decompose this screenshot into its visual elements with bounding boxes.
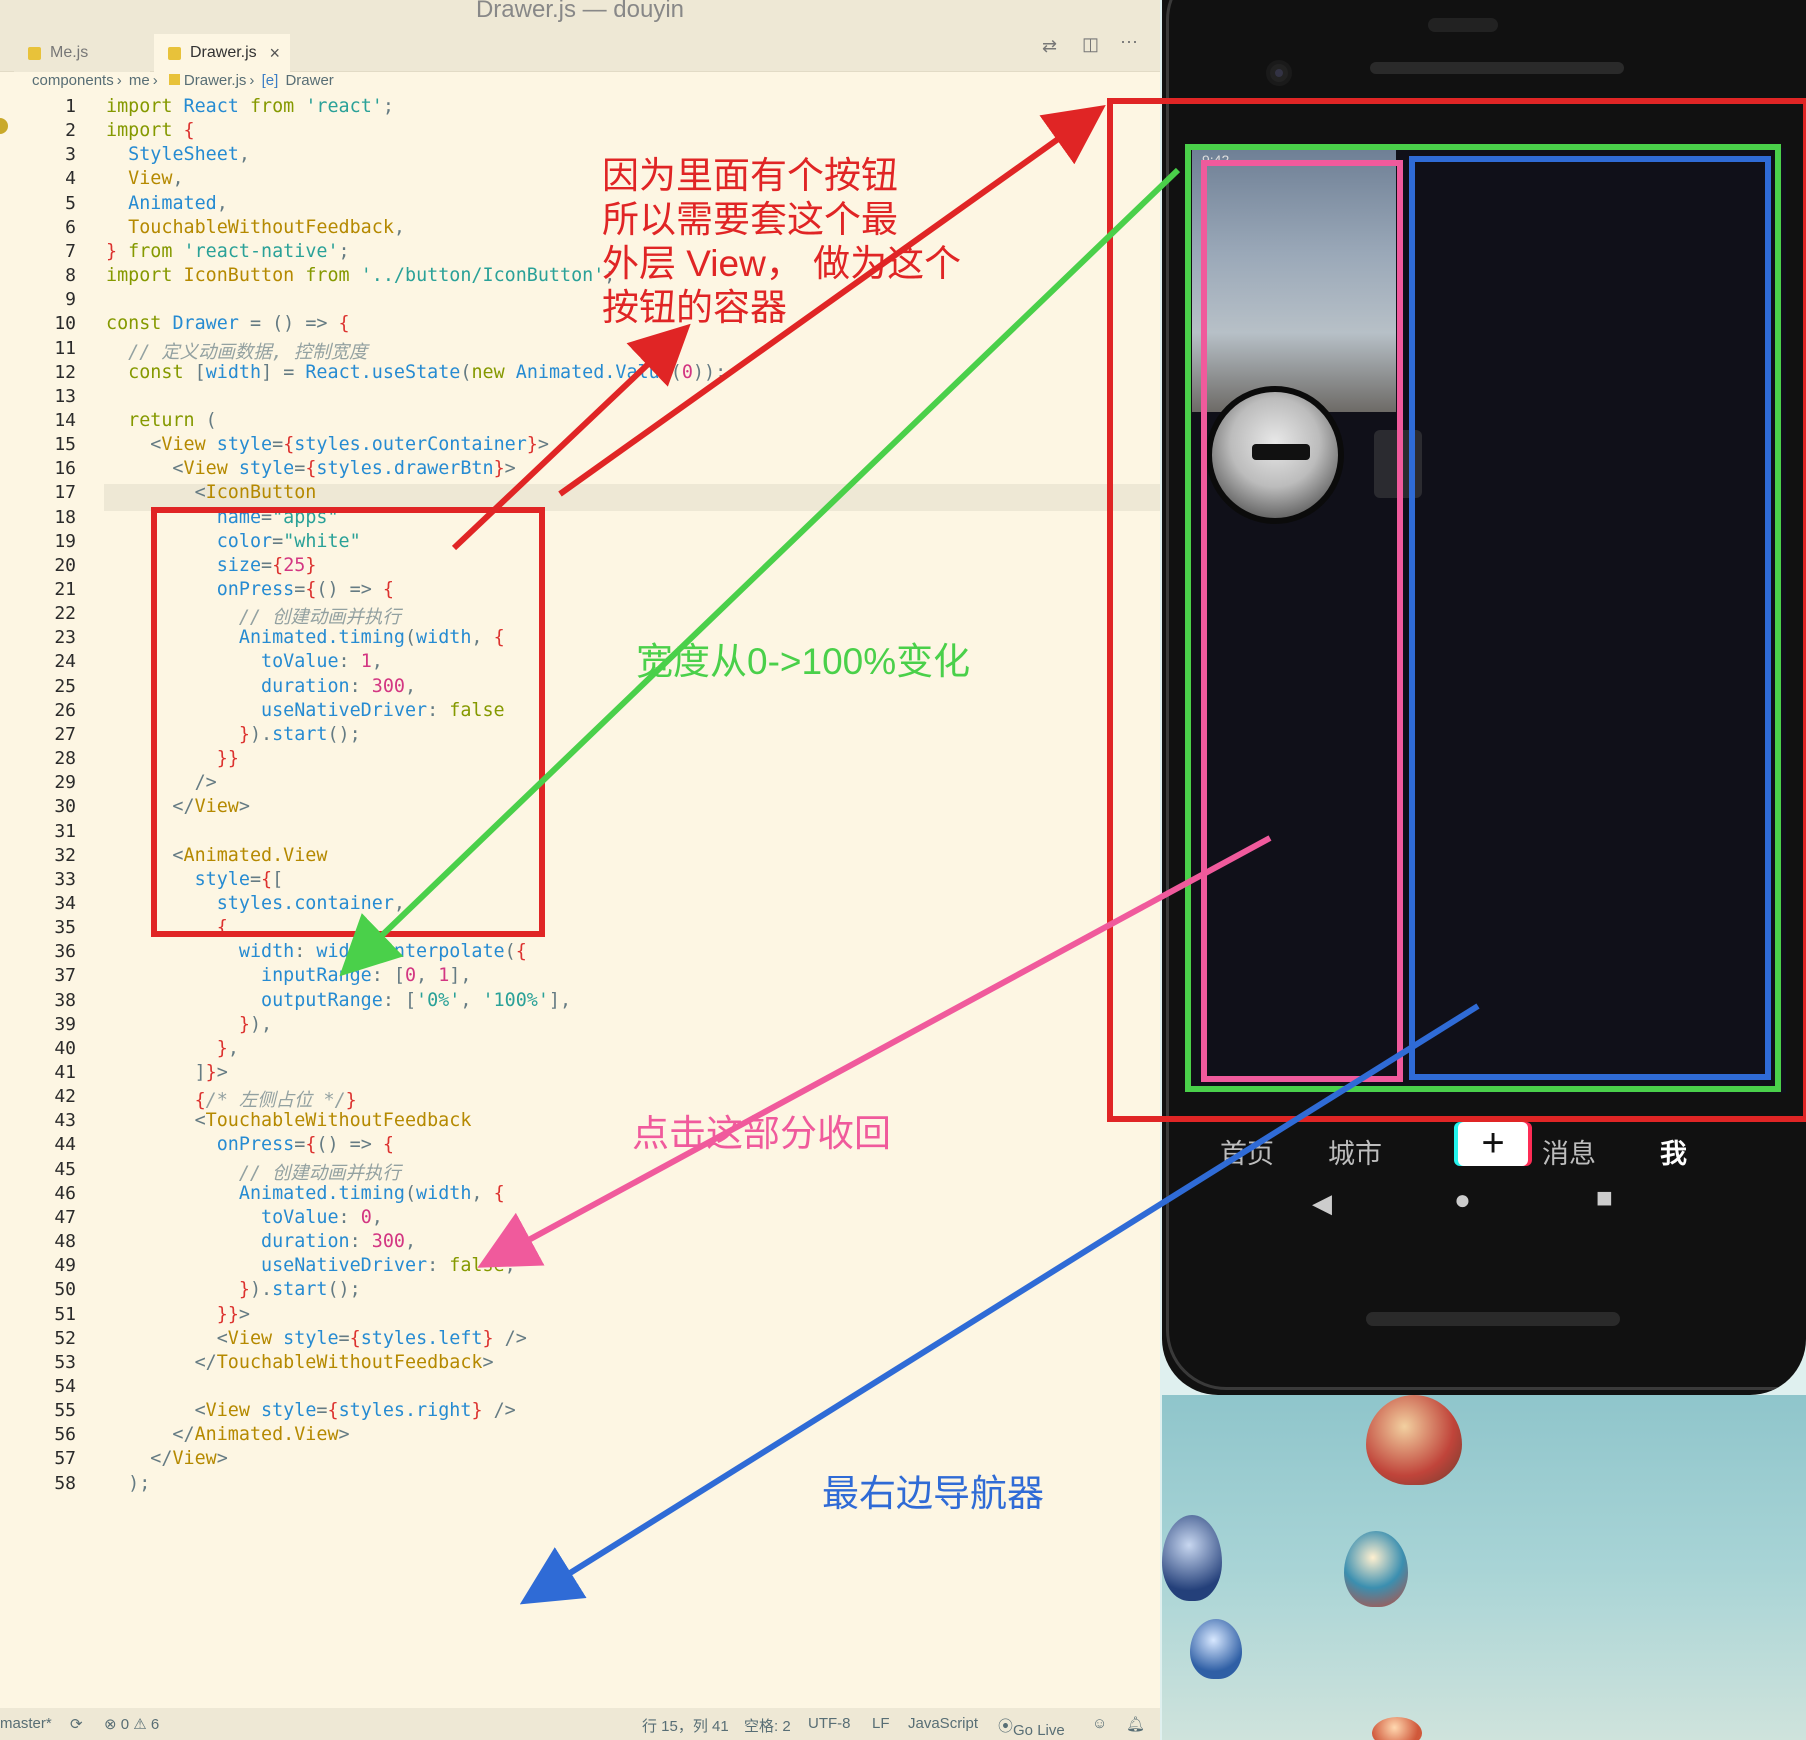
pink-arrow (477, 835, 1272, 1268)
outer-container-highlight (1107, 98, 1806, 1122)
left-placeholder-highlight (1201, 160, 1403, 1082)
animated-view-highlight (1185, 144, 1781, 1092)
red-arrow-1 (451, 323, 691, 551)
annotation-width-change: 宽度从0->100%变化 (636, 641, 971, 682)
right-navigator-highlight (1409, 156, 1771, 1080)
annotation-right-navigator: 最右边导航器 (822, 1473, 1044, 1514)
annotation-line: 外层 View， 做为这个 (602, 243, 962, 284)
annotation-click-collapse: 点击这部分收回 (632, 1113, 891, 1154)
annotation-line: 按钮的容器 (602, 287, 787, 328)
annotation-line: 所以需要套这个最 (602, 199, 898, 240)
annotation-outer-view: 因为里面有个按钮 所以需要套这个最 外层 View， 做为这个 按钮的容器 (602, 154, 961, 330)
drawer-btn-highlight (151, 507, 545, 937)
annotation-line: 因为里面有个按钮 (602, 155, 898, 196)
